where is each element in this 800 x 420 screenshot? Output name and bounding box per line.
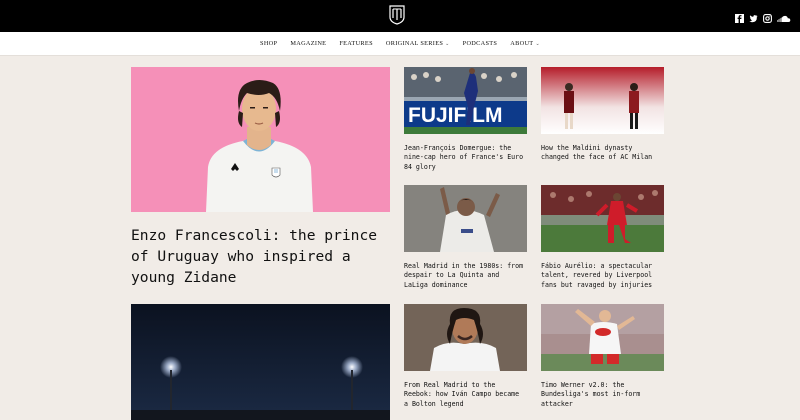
card-image-real-madrid-1980s[interactable] [404, 185, 527, 252]
main-navigation: SHOP MAGAZINE FEATURES ORIGINAL SERIES ⌄ … [0, 32, 800, 56]
card-title-maldini[interactable]: How the Maldini dynasty changed the face… [541, 144, 664, 163]
chevron-down-icon: ⌄ [445, 42, 450, 47]
footballer-illustration [131, 67, 390, 212]
timo-werner-photo [541, 304, 664, 371]
maldini-photo [541, 67, 664, 134]
card-image-fabio-aurelio[interactable] [541, 185, 664, 252]
twitter-icon[interactable] [749, 10, 758, 23]
real-madrid-photo [404, 185, 527, 252]
featured-article-image[interactable] [131, 304, 390, 420]
card-title-ivan-campo[interactable]: From Real Madrid to the Reebok: how Iván… [404, 381, 527, 409]
nav-about-label: ABOUT [510, 40, 534, 47]
site-logo[interactable] [389, 5, 405, 25]
nav-features[interactable]: FEATURES [339, 40, 373, 47]
soundcloud-icon[interactable] [777, 10, 791, 22]
nav-about[interactable]: ABOUT ⌄ [510, 40, 540, 47]
nav-original-series-label: ORIGINAL SERIES [385, 40, 444, 47]
card-title-domergue[interactable]: Jean-François Domergue: the nine-cap her… [404, 144, 527, 172]
card-image-banner-text: FUJIFILM [408, 104, 503, 127]
card-image-domergue[interactable]: FUJIFILM [404, 67, 527, 134]
hero-article-title[interactable]: Enzo Francescoli: the prince of Uruguay … [131, 225, 390, 288]
card-title-fabio-aurelio[interactable]: Fábio Aurélio: a spectacular talent, rev… [541, 262, 664, 290]
card-image-maldini[interactable] [541, 67, 664, 134]
top-bar [0, 0, 800, 32]
social-links [735, 10, 791, 23]
card-title-real-madrid-1980s[interactable]: Real Madrid in the 1980s: from despair t… [404, 262, 527, 290]
nav-original-series[interactable]: ORIGINAL SERIES ⌄ [386, 40, 450, 47]
card-title-timo-werner[interactable]: Timo Werner v2.0: the Bundesliga's most … [541, 381, 664, 409]
stadium-night-photo [131, 304, 390, 420]
card-image-ivan-campo[interactable] [404, 304, 527, 371]
nav-podcasts[interactable]: PODCASTS [463, 40, 498, 47]
chevron-down-icon: ⌄ [535, 42, 540, 47]
ivan-campo-photo [404, 304, 527, 371]
card-image-timo-werner[interactable] [541, 304, 664, 371]
nav-magazine[interactable]: MAGAZINE [290, 40, 326, 47]
domergue-photo: FUJIFILM [404, 67, 527, 134]
fabio-aurelio-photo [541, 185, 664, 252]
hero-article-image[interactable] [131, 67, 390, 212]
nav-shop[interactable]: SHOP [260, 40, 277, 47]
facebook-icon[interactable] [735, 10, 744, 23]
instagram-icon[interactable] [763, 10, 772, 23]
